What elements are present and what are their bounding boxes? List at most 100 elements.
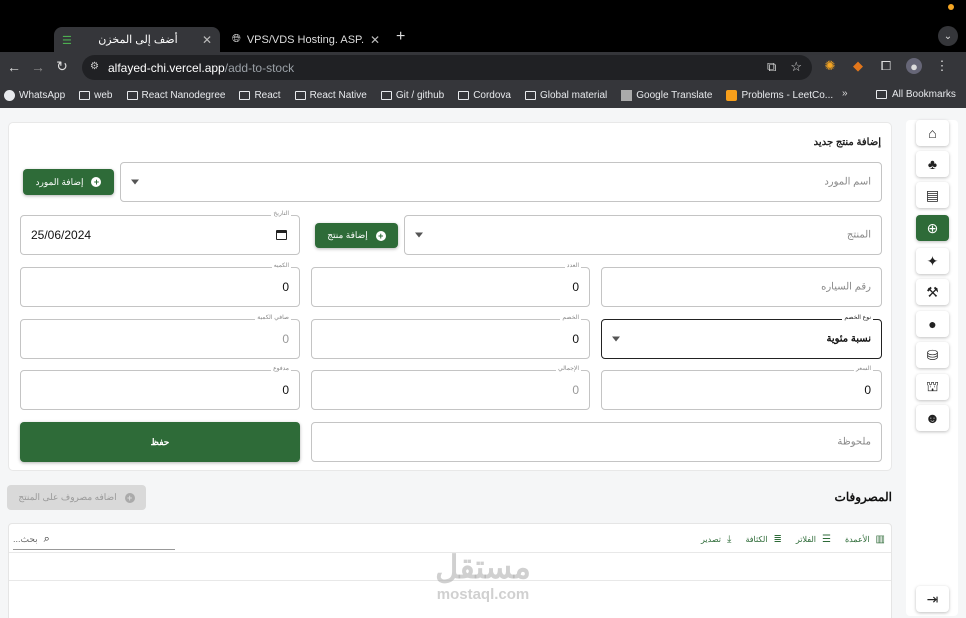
whatsapp-icon — [4, 90, 15, 101]
folder-icon — [380, 91, 392, 100]
users-group-icon[interactable]: ☻ — [916, 405, 949, 431]
add-circle-icon: + — [375, 230, 386, 241]
date-label: التاريخ — [271, 210, 291, 217]
bookmark-cordova[interactable]: Cordova — [458, 90, 511, 101]
add-product-button[interactable]: + إضافة منتج — [315, 223, 398, 248]
tab-vps-hosting[interactable]: 🌐︎ VPS/VDS Hosting. ASP.Net M ✕ — [224, 27, 388, 52]
note-field[interactable]: ملحوظة — [311, 422, 882, 462]
building-icon[interactable]: ▤ — [916, 182, 949, 208]
bookmark-google-translate[interactable]: Google Translate — [621, 90, 712, 101]
price-label: السعر — [853, 365, 873, 372]
discount-field[interactable]: الخصم 0 — [311, 314, 590, 359]
bookmark-whatsapp[interactable]: WhatsApp — [4, 90, 65, 101]
add-circle-icon: + — [124, 492, 135, 503]
filter-icon: ☰ — [822, 534, 831, 545]
add-supplier-label: إضافة المورد — [35, 176, 84, 187]
count-field[interactable]: العدد 0 — [311, 262, 590, 307]
install-app-icon[interactable]: ⧉ — [767, 59, 776, 75]
add-expense-label: اضافه مصروف على المنتج — [18, 492, 117, 502]
close-tab-icon[interactable]: ✕ — [370, 33, 380, 47]
bookmarks-bar: WhatsApp web React Nanodegree React Reac… — [0, 83, 966, 108]
add-expense-button[interactable]: + اضافه مصروف على المنتج — [7, 485, 146, 510]
bookmark-label: web — [94, 90, 113, 101]
net-quantity-label: صافي الكمية — [255, 314, 291, 321]
paid-label: مدفوع — [271, 365, 291, 372]
folder-icon — [876, 90, 887, 99]
count-value: 0 — [572, 280, 579, 294]
bookmark-label: Google Translate — [636, 90, 713, 101]
add-stock-icon[interactable]: ⊕ — [916, 215, 949, 241]
bookmark-leetcode[interactable]: Problems - LeetCo... — [726, 90, 833, 101]
car-number-field[interactable]: رقم السياره — [601, 267, 882, 307]
close-tab-icon[interactable]: ✕ — [202, 33, 212, 47]
folder-icon — [239, 91, 251, 100]
more-menu-icon[interactable]: ⋮ — [934, 58, 950, 74]
leetcode-icon — [726, 90, 738, 101]
grid-toolbar: ▥ الأعمدة ☰ الفلاتر ≣ الكثافة ⤓ تصدير — [701, 534, 885, 545]
site-info-icon[interactable]: ⚙ — [90, 61, 102, 73]
price-field[interactable]: السعر 0 — [601, 365, 882, 410]
new-tab-button[interactable]: + — [396, 28, 405, 46]
paid-field[interactable]: مدفوع 0 — [20, 365, 300, 410]
more-bookmarks-icon[interactable]: » — [842, 88, 848, 99]
tab-add-to-stock[interactable]: ☰ أضف إلى المخزن ✕ — [54, 27, 220, 52]
search-input[interactable]: ⌕ بحث... — [13, 530, 175, 550]
bookmark-label: Cordova — [473, 90, 511, 101]
reload-icon[interactable]: ↻ — [48, 58, 76, 75]
total-label: الإجمالي — [556, 365, 581, 372]
discount-value: 0 — [572, 332, 579, 346]
folder-icon — [126, 91, 138, 100]
product-select[interactable]: المنتج — [404, 215, 882, 255]
calendar-icon[interactable] — [276, 230, 287, 240]
all-bookmarks[interactable]: All Bookmarks — [876, 89, 956, 100]
farmer-icon[interactable]: ✦ — [916, 248, 949, 274]
tree-icon[interactable]: ♣ — [916, 151, 949, 177]
page-viewport: إضافة منتج جديد اسم المورد + إضافة المور… — [0, 108, 966, 618]
bookmark-global-material[interactable]: Global material — [525, 90, 607, 101]
net-quantity-field: صافي الكمية 0 — [20, 314, 300, 359]
product-placeholder: المنتج — [846, 229, 871, 241]
bookmark-react[interactable]: React — [239, 90, 281, 101]
supplier-placeholder: اسم المورد — [824, 176, 871, 188]
bookmark-git-github[interactable]: Git / github — [380, 90, 445, 101]
address-bar[interactable]: ⚙ alfayed-chi.vercel.app/add-to-stock ⧉ … — [82, 55, 812, 80]
save-button[interactable]: حفظ — [20, 422, 300, 462]
quantity-value: 0 — [282, 280, 289, 294]
extension-fox-icon[interactable]: ◆ — [850, 58, 866, 74]
bookmark-label: Git / github — [395, 90, 445, 101]
export-button[interactable]: ⤓ تصدير — [701, 534, 731, 545]
discount-type-value: نسبة مئوية — [826, 333, 871, 345]
url-path: /add-to-stock — [224, 60, 295, 75]
columns-label: الأعمدة — [844, 535, 870, 544]
inventory-icon[interactable]: ⛁ — [916, 342, 949, 368]
bookmark-web[interactable]: web — [79, 90, 113, 101]
filters-label: الفلاتر — [795, 535, 816, 544]
density-button[interactable]: ≣ الكثافة — [745, 534, 781, 545]
search-icon: ⌕ — [43, 533, 50, 545]
logout-icon[interactable]: ⇥ — [916, 586, 949, 612]
profile-avatar[interactable]: ● — [906, 58, 922, 74]
bookmark-react-nanodegree[interactable]: React Nanodegree — [126, 90, 225, 101]
export-label: تصدير — [701, 535, 722, 544]
add-supplier-button[interactable]: + إضافة المورد — [23, 169, 114, 195]
bookmark-react-native[interactable]: React Native — [294, 90, 367, 101]
home-icon[interactable]: ⌂ — [916, 120, 949, 146]
supplier-select[interactable]: اسم المورد — [120, 162, 882, 202]
browser-menu-dot[interactable] — [948, 4, 954, 10]
user-icon[interactable]: ● — [916, 311, 949, 337]
quantity-field[interactable]: الكميه 0 — [20, 262, 300, 307]
date-input[interactable]: التاريخ 25/06/2024 — [20, 210, 300, 255]
total-value: 0 — [572, 383, 579, 397]
filters-button[interactable]: ☰ الفلاتر — [796, 534, 831, 545]
extensions-puzzle-icon[interactable]: ⧠ — [878, 58, 894, 74]
discount-type-select[interactable]: نوع الخصم نسبة مئوية — [601, 314, 882, 359]
columns-button[interactable]: ▥ الأعمدة — [845, 534, 885, 545]
bank-icon[interactable]: ⛫ — [916, 374, 949, 400]
tool-icon[interactable]: ⚒ — [916, 279, 949, 305]
bookmark-star-icon[interactable]: ☆ — [790, 59, 802, 75]
folder-icon — [79, 91, 91, 100]
add-circle-icon: + — [91, 177, 102, 187]
tab-search-button[interactable]: ⌄ — [938, 26, 958, 46]
bookmark-label: React — [254, 90, 281, 101]
extension-sun-icon[interactable]: ✺ — [822, 58, 838, 74]
